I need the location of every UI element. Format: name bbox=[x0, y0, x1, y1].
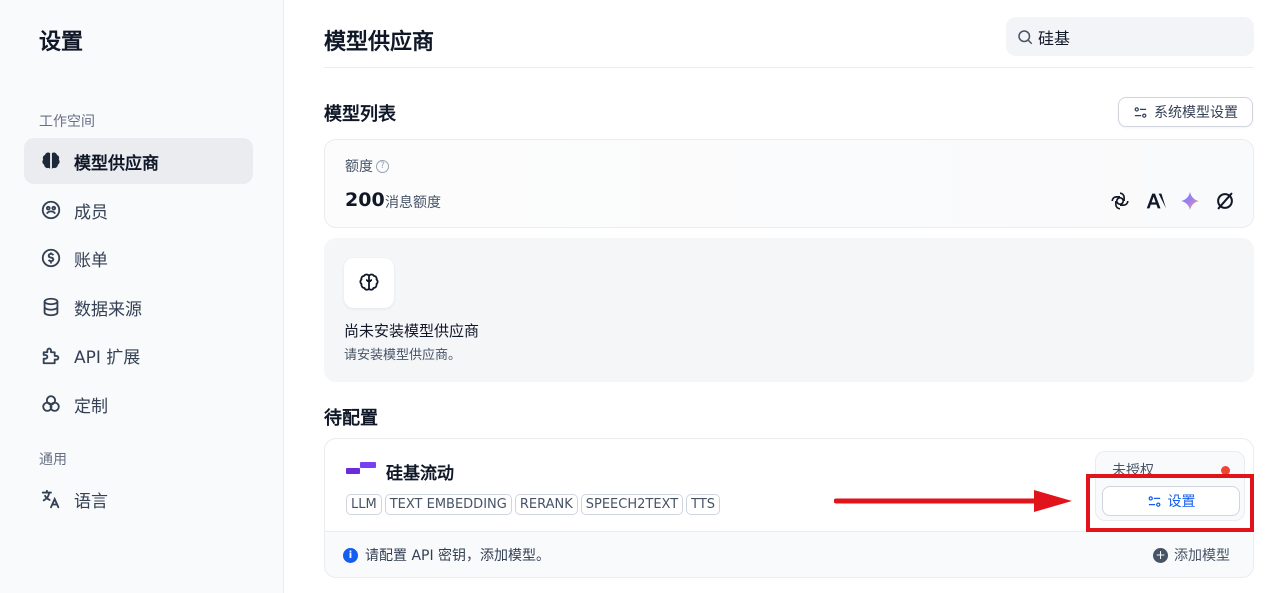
tag-tts: TTS bbox=[686, 494, 721, 515]
members-icon bbox=[39, 198, 63, 222]
other-provider-icon bbox=[1212, 188, 1237, 213]
sidebar-title: 设置 bbox=[39, 30, 84, 55]
quota-value: 200 bbox=[345, 189, 385, 211]
add-model-label: 添加模型 bbox=[1174, 548, 1230, 564]
info-icon: i bbox=[343, 547, 358, 563]
system-model-settings-label: 系统模型设置 bbox=[1154, 105, 1238, 121]
quota-label-text: 额度 bbox=[345, 159, 373, 175]
sidebar-item-billing[interactable]: 账单 bbox=[24, 235, 253, 281]
model-type-tags: LLM TEXT EMBEDDING RERANK SPEECH2TEXT TT… bbox=[346, 494, 721, 515]
sidebar-item-label: 数据来源 bbox=[74, 299, 142, 320]
add-model-button[interactable]: + 添加模型 bbox=[1153, 545, 1230, 565]
tag-llm: LLM bbox=[346, 494, 382, 515]
sidebar-item-members[interactable]: 成员 bbox=[24, 187, 253, 233]
sidebar-item-label: 账单 bbox=[74, 250, 108, 271]
model-list-title: 模型列表 bbox=[324, 104, 396, 125]
page-title: 模型供应商 bbox=[324, 30, 435, 55]
puzzle-icon bbox=[39, 343, 63, 367]
database-icon bbox=[39, 295, 63, 319]
sidebar-item-label: API 扩展 bbox=[74, 347, 141, 368]
sidebar-item-customize[interactable]: 定制 bbox=[24, 381, 253, 427]
billing-icon bbox=[39, 246, 63, 270]
sidebar-item-model-provider[interactable]: 模型供应商 bbox=[24, 138, 253, 184]
empty-subtitle: 请安装模型供应商。 bbox=[344, 348, 462, 363]
search-input[interactable] bbox=[1038, 27, 1238, 46]
provider-icons bbox=[1107, 188, 1237, 213]
config-hint: i 请配置 API 密钥，添加模型。 bbox=[343, 545, 550, 565]
sidebar-item-data-source[interactable]: 数据来源 bbox=[24, 284, 253, 330]
header-divider bbox=[324, 67, 1254, 68]
sidebar-item-label: 成员 bbox=[74, 202, 108, 223]
brain-outline-icon bbox=[344, 258, 394, 308]
sidebar-item-api-extension[interactable]: API 扩展 bbox=[24, 332, 253, 378]
language-icon bbox=[39, 487, 63, 511]
annotation-highlight-box bbox=[1086, 474, 1254, 532]
sidebar: 设置 工作空间 模型供应商 成员 账单 数据来源 API 扩展 定制 通用 语言 bbox=[0, 0, 284, 593]
system-model-settings-button[interactable]: 系统模型设置 bbox=[1118, 97, 1253, 127]
sidebar-item-label: 语言 bbox=[74, 491, 108, 512]
tag-rerank: RERANK bbox=[514, 494, 578, 515]
plus-circle-icon: + bbox=[1153, 547, 1168, 563]
provider-name: 硅基流动 bbox=[386, 464, 454, 484]
sidebar-item-language[interactable]: 语言 bbox=[24, 476, 253, 522]
siliconflow-logo-icon bbox=[346, 462, 376, 474]
customize-icon bbox=[39, 392, 63, 416]
search-box[interactable] bbox=[1006, 17, 1254, 56]
quota-card: 额度 ? 200 消息额度 bbox=[324, 139, 1254, 228]
openai-icon bbox=[1107, 188, 1132, 213]
config-hint-text: 请配置 API 密钥，添加模型。 bbox=[365, 548, 551, 564]
tag-text-embedding: TEXT EMBEDDING bbox=[384, 494, 512, 515]
search-icon bbox=[1018, 29, 1033, 44]
sidebar-item-label: 定制 bbox=[74, 396, 108, 417]
sliders-icon bbox=[1134, 106, 1147, 118]
pending-title: 待配置 bbox=[324, 408, 378, 429]
tag-speech2text: SPEECH2TEXT bbox=[580, 494, 684, 515]
gemini-icon bbox=[1177, 188, 1202, 213]
quota-unit: 消息额度 bbox=[385, 195, 441, 211]
anthropic-icon bbox=[1142, 188, 1167, 213]
quota-label: 额度 ? bbox=[345, 156, 389, 176]
empty-title: 尚未安装模型供应商 bbox=[344, 322, 480, 340]
sidebar-item-label: 模型供应商 bbox=[74, 153, 159, 174]
workspace-group-label: 工作空间 bbox=[39, 114, 95, 130]
help-icon[interactable]: ? bbox=[376, 159, 389, 173]
general-group-label: 通用 bbox=[39, 452, 67, 468]
empty-providers-card: 尚未安装模型供应商 请安装模型供应商。 bbox=[324, 238, 1254, 382]
brain-icon bbox=[39, 149, 63, 173]
annotation-arrow-icon bbox=[834, 490, 1072, 512]
